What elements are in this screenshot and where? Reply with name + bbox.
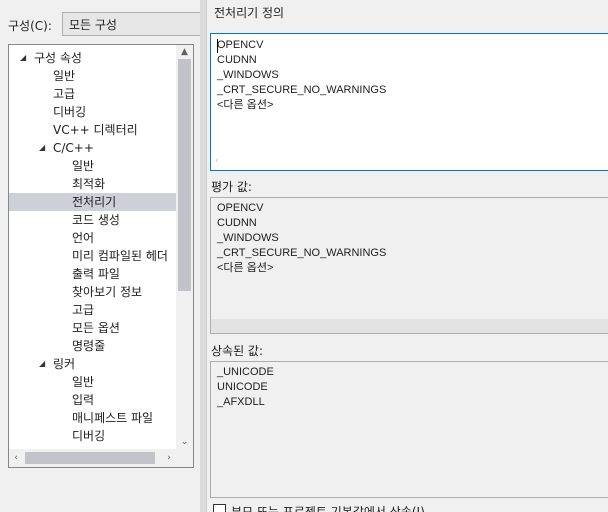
tree-item[interactable]: 일반 [9,157,176,175]
inherit-checkbox-label[interactable]: 부모 또는 프로젝트 기본값에서 상속(I) [231,503,425,512]
value-line: <다른 옵션> [217,99,274,111]
tree-expanded-icon[interactable]: ◢ [39,139,45,157]
tree-item-label: 일반 [53,69,76,83]
tree-vscroll-thumb[interactable] [178,59,191,291]
tree-item-label: 코드 생성 [72,213,120,227]
tree-item[interactable]: 코드 생성 [9,211,176,229]
tree-item-label: 찾아보기 정보 [72,285,143,299]
tree-item-label: 매니페스트 파일 [72,411,154,425]
value-line: _CRT_SECURE_NO_WARNINGS [217,247,387,259]
tree-item-label: 미리 컴파일된 헤더 [72,249,168,263]
value-line: _UNICODE [217,366,274,378]
tree-item[interactable]: 디버깅 [9,427,176,445]
tree-item-label: 명령줄 [72,339,106,353]
tree-item[interactable]: 출력 파일 [9,265,176,283]
value-line: _WINDOWS [217,232,279,244]
tree-item-label: 링커 [53,357,76,371]
tree-expanded-icon[interactable]: ◢ [39,355,45,373]
value-line: _CRT_SECURE_NO_WARNINGS [217,84,387,96]
tree-item[interactable]: 고급 [9,301,176,319]
tree-item-label: 전처리기 [72,195,117,209]
tree-item[interactable]: ◢ C/C++ [9,139,176,157]
tree-item-label: 일반 [72,375,95,389]
tree-item-label: 고급 [53,87,76,101]
tree-item-label: 구성 속성 [34,51,82,65]
tree-item[interactable]: 일반 [9,373,176,391]
property-tree[interactable]: ◢ 구성 속성 일반 고급 디버깅 VC++ 디렉터리 ◢ C/C++ 일반 최적화 전처리기 코드 … [8,44,194,468]
chevron-right-icon[interactable]: › [162,449,176,467]
tree-item[interactable]: 언어 [9,229,176,247]
tree-item-label: 디버깅 [53,105,87,119]
definitions-edit-box[interactable]: OPENCV CUDNN _WINDOWS _CRT_SECURE_NO_WARNIN… [210,33,608,171]
value-line: OPENCV [217,39,264,51]
tree-item[interactable]: 고급 [9,85,176,103]
value-line: CUDNN [217,217,257,229]
scroll-corner [176,449,193,467]
value-line: CUDNN [217,54,257,66]
dialog-title: 전처리기 정의 [214,6,285,20]
inherit-checkbox[interactable] [213,504,226,512]
evaluated-horizontal-scrollbar[interactable] [211,319,608,333]
chevron-left-icon[interactable]: ‹ [215,152,219,170]
chevron-left-icon[interactable]: ‹ [9,449,23,467]
tree-hscroll-thumb[interactable] [25,452,155,464]
tree-expanded-icon[interactable]: ◢ [20,49,26,67]
chevron-down-icon[interactable]: ⌄ [176,435,193,449]
edit-horizontal-scrollbar[interactable]: ‹ [211,152,608,170]
configuration-label: 구성(C): [8,19,52,33]
inherited-values-box[interactable]: _UNICODE UNICODE _AFXDLL [210,361,608,498]
value-line: UNICODE [217,381,268,393]
tree-item-label: 최적화 [72,177,106,191]
tree-item[interactable]: 디버깅 [9,103,176,121]
value-line: OPENCV [217,202,264,214]
inherited-value-label: 상속된 값: [211,344,264,358]
inherited-lines: _UNICODE UNICODE _AFXDLL [217,365,274,410]
configuration-row: 구성(C): 모든 구성 [0,12,208,38]
tree-item[interactable]: 전처리기 [9,193,176,211]
tree-item[interactable]: 최적화 [9,175,176,193]
evaluated-value-label: 평가 값: [211,180,252,194]
tree-item[interactable]: 모든 옵션 [9,319,176,337]
value-line: _AFXDLL [217,396,265,408]
tree-item-label: 고급 [72,303,95,317]
configuration-dropdown[interactable]: 모든 구성 [62,12,208,36]
tree-item[interactable]: ◢ 링커 [9,355,176,373]
property-page-left-pane: 구성(C): 모든 구성 ◢ 구성 속성 일반 고급 디버깅 VC++ 디렉터리 ◢ C/C+… [0,0,208,512]
tree-item[interactable]: 명령줄 [9,337,176,355]
tree-item-label: 입력 [72,393,95,407]
tree-item[interactable]: 매니페스트 파일 [9,409,176,427]
tree-item[interactable]: 입력 [9,391,176,409]
tree-item-label: 모든 옵션 [72,321,120,335]
value-line: <다른 옵션> [217,262,274,274]
tree-item[interactable]: 미리 컴파일된 헤더 [9,247,176,265]
evaluated-values-box[interactable]: OPENCV CUDNN _WINDOWS _CRT_SECURE_NO_WARNIN… [210,197,608,334]
tree-item-label: 언어 [72,231,95,245]
tree-horizontal-scrollbar[interactable]: ‹ › [9,449,176,467]
tree-item[interactable]: 일반 [9,67,176,85]
tree-item-label: 디버깅 [72,429,106,443]
tree-item[interactable]: 찾아보기 정보 [9,283,176,301]
tree-item-label: VC++ 디렉터리 [53,123,138,137]
preprocessor-definitions-dialog: 전처리기 정의 OPENCV CUDNN _WINDOWS _CRT_SECURE_N… [206,0,608,512]
tree-item-label: C/C++ [53,141,94,155]
tree-item-label: 일반 [72,159,95,173]
definitions-lines: OPENCV CUDNN _WINDOWS _CRT_SECURE_NO_WARNIN… [217,38,386,113]
tree-item[interactable]: VC++ 디렉터리 [9,121,176,139]
tree-item-label: 출력 파일 [72,267,120,281]
chevron-up-icon[interactable]: ▲ [176,45,193,59]
tree-vertical-scrollbar[interactable]: ▲ ⌄ [176,45,193,449]
tree-item[interactable]: ◢ 구성 속성 [9,49,176,67]
evaluated-lines: OPENCV CUDNN _WINDOWS _CRT_SECURE_NO_WARNIN… [217,201,386,276]
value-line: _WINDOWS [217,69,279,81]
